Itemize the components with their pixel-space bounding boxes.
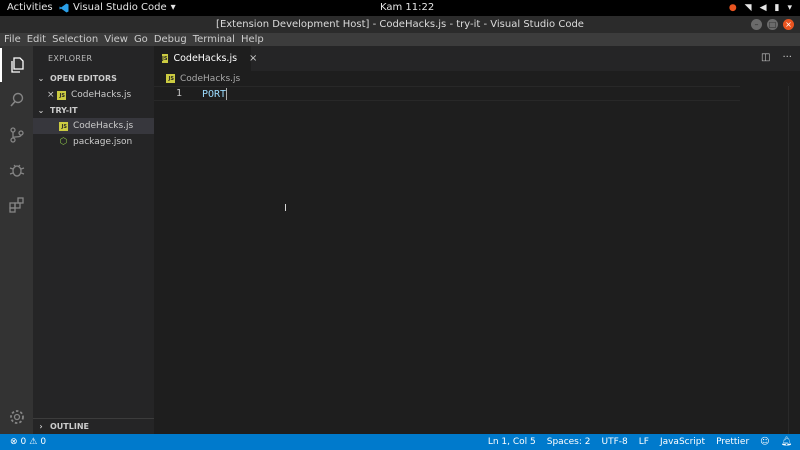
system-top-bar: Activities Visual Studio Code ▾ Kam 11:2… [0,0,800,16]
code-line[interactable]: 1 PORT [154,86,740,101]
window-controls: – □ × [751,19,794,30]
source-control-icon[interactable] [0,118,33,152]
sidebar-title: EXPLORER [48,54,93,63]
chevron-down-icon: ▾ [170,2,176,13]
close-icon[interactable]: × [249,53,257,64]
open-editor-label: CodeHacks.js [71,90,132,100]
menu-selection[interactable]: Selection [49,33,101,46]
code-editor[interactable]: 1 PORT I [154,86,800,434]
close-icon[interactable]: × [47,90,57,100]
js-file-icon: JS [166,74,175,83]
wifi-icon[interactable]: ◥ [745,3,752,13]
code-text[interactable]: PORT [202,88,228,100]
editor-tab-bar: JS CodeHacks.js × ◫ ··· [154,46,800,71]
open-editors-section[interactable]: ⌄ OPEN EDITORS [33,71,154,86]
system-tray: ● ◥ ◀ ▮ ▾ [729,1,792,15]
menu-help[interactable]: Help [238,33,267,46]
app-menu[interactable]: Visual Studio Code ▾ [59,2,176,13]
window-title: [Extension Development Host] - CodeHacks… [216,19,584,30]
chevron-down-icon: ⌄ [37,74,45,83]
js-file-icon: JS [57,90,66,100]
menu-edit[interactable]: Edit [24,33,49,46]
minimize-icon[interactable]: – [751,19,762,30]
volume-icon[interactable]: ◀ [760,3,767,13]
outline-label: OUTLINE [50,422,89,431]
maximize-icon[interactable]: □ [767,19,778,30]
breadcrumb-file[interactable]: CodeHacks.js [180,74,240,84]
menu-file[interactable]: File [0,33,24,46]
outline-section[interactable]: › OUTLINE [33,418,154,434]
clock[interactable]: Kam 11:22 [380,2,434,13]
file-item-codehacks[interactable]: JS CodeHacks.js [33,118,154,134]
line-number: 1 [176,88,183,99]
text-cursor [226,88,228,100]
js-file-icon: JS [59,121,68,131]
files-icon[interactable] [0,48,33,82]
menu-debug[interactable]: Debug [151,33,190,46]
notifications-bell-icon[interactable]: 🔔︎ [781,437,792,447]
workspace-section[interactable]: ⌄ TRY-IT [33,103,154,118]
window-titlebar: [Extension Development Host] - CodeHacks… [0,16,800,33]
file-label: CodeHacks.js [73,121,134,131]
tab-label: CodeHacks.js [173,53,238,64]
search-icon[interactable] [0,83,33,117]
split-editor-icon[interactable]: ◫ [761,52,770,63]
notification-dot-icon[interactable]: ● [729,3,737,13]
battery-icon[interactable]: ▮ [775,3,780,13]
chevron-down-icon[interactable]: ▾ [787,3,792,13]
editor-actions: ◫ ··· [761,52,792,63]
activities-button[interactable]: Activities [7,2,53,13]
workspace-label: TRY-IT [50,106,78,115]
menu-view[interactable]: View [101,33,131,46]
chevron-down-icon: ⌄ [37,106,45,115]
menu-go[interactable]: Go [131,33,151,46]
file-label: package.json [73,137,133,147]
language-mode[interactable]: JavaScript [660,437,705,447]
explorer-sidebar: EXPLORER ⌄ OPEN EDITORS × JS CodeHacks.j… [33,46,154,434]
chevron-right-icon: › [39,422,43,431]
debug-icon[interactable] [0,153,33,187]
cursor-position[interactable]: Ln 1, Col 5 [488,437,536,447]
error-count: 0 [20,437,27,447]
minimap[interactable] [788,86,789,434]
warning-count: 0 [40,437,47,447]
end-of-line[interactable]: LF [639,437,649,447]
settings-gear-icon[interactable] [0,400,33,434]
menu-terminal[interactable]: Terminal [190,33,238,46]
js-file-icon: JS [162,54,169,63]
warning-icon: ⚠ [29,437,38,447]
activity-bar [0,46,33,434]
open-editor-item[interactable]: × JS CodeHacks.js [33,87,154,103]
indentation[interactable]: Spaces: 2 [547,437,591,447]
status-right: Ln 1, Col 5 Spaces: 2 UTF-8 LF JavaScrip… [488,437,792,447]
status-bar: ⊗ 0 ⚠ 0 Ln 1, Col 5 Spaces: 2 UTF-8 LF J… [0,434,800,450]
json-file-icon: ⬡ [59,136,68,147]
open-editors-label: OPEN EDITORS [50,74,117,83]
error-icon: ⊗ [10,437,18,447]
code-token: PORT [202,89,227,100]
formatter[interactable]: Prettier [716,437,749,447]
app-name: Visual Studio Code [73,2,167,13]
feedback-smiley-icon[interactable]: ☺ [760,437,769,447]
tab-codehacks[interactable]: JS CodeHacks.js × [154,46,257,71]
breadcrumb[interactable]: JS CodeHacks.js [154,71,800,86]
close-icon[interactable]: × [783,19,794,30]
more-actions-icon[interactable]: ··· [782,52,792,63]
vscode-logo-icon [59,3,69,12]
mouse-ibeam-icon: I [284,203,287,214]
file-item-package-json[interactable]: ⬡ package.json [33,134,154,150]
extensions-icon[interactable] [0,188,33,222]
menu-bar: File Edit Selection View Go Debug Termin… [0,33,800,46]
problems-indicator[interactable]: ⊗ 0 ⚠ 0 [10,437,46,447]
encoding[interactable]: UTF-8 [601,437,627,447]
